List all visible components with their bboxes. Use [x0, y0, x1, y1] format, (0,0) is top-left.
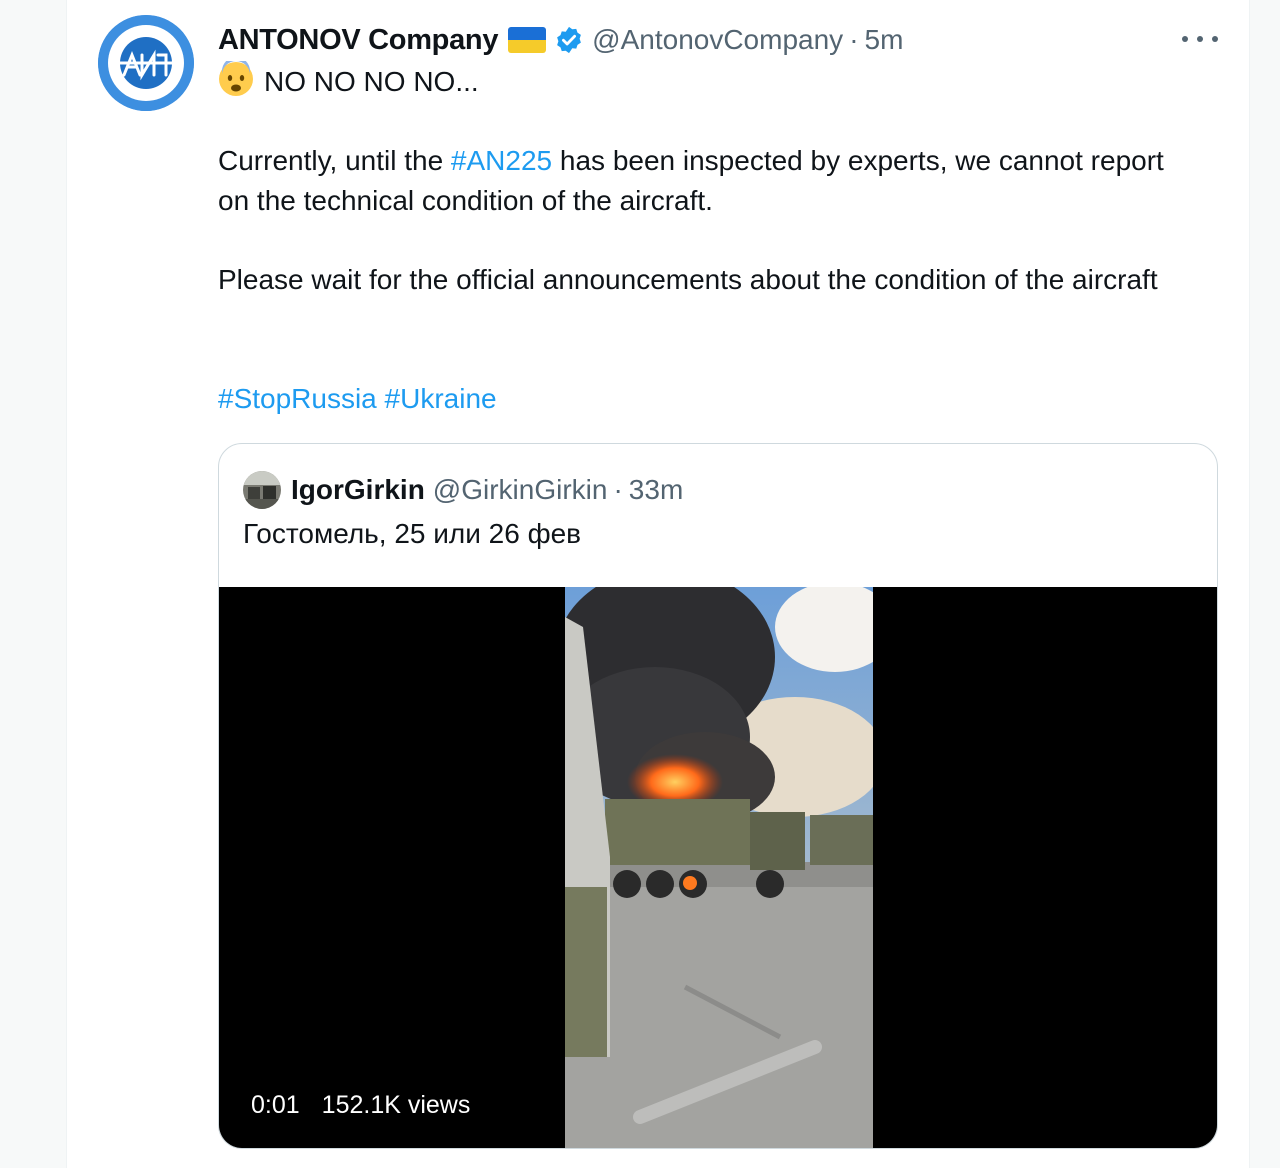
tweet-timestamp[interactable]: 5m: [865, 24, 904, 56]
ukraine-flag-icon: [508, 27, 547, 53]
antonov-logo-icon: [98, 15, 194, 111]
video-timestamp: 0:01: [251, 1091, 300, 1119]
paragraph-1-start: Currently, until the: [218, 145, 451, 176]
hashtag-an225-link[interactable]: #AN225: [451, 145, 552, 176]
author-name[interactable]: ANTONOV Company: [218, 24, 498, 57]
separator-dot: ·: [849, 24, 859, 55]
tweet-header: ANTONOV Company @AntonovCompany · 5m: [218, 20, 903, 60]
quoted-author-handle[interactable]: @GirkinGirkin: [433, 474, 608, 506]
video-view-count: 152.1K views: [321, 1091, 471, 1119]
quoted-author-avatar[interactable]: [243, 471, 281, 509]
antonov-avatar[interactable]: [98, 15, 194, 111]
video-player[interactable]: 0:01 152.1K views: [219, 587, 1217, 1148]
verified-badge-icon: [557, 26, 582, 54]
tweet-line-1: NO NO NO NO...: [218, 61, 1178, 102]
video-stats-overlay: 0:01 152.1K views: [251, 1091, 470, 1120]
video-thumbnail: [565, 587, 873, 1148]
quoted-timestamp[interactable]: 33m: [629, 474, 683, 506]
tweet-paragraph-2: Please wait for the official announcemen…: [218, 264, 1158, 295]
hashtag-ukraine-link[interactable]: #Ukraine: [385, 383, 497, 414]
fearful-face-emoji: [219, 61, 253, 96]
more-options-icon[interactable]: [1182, 26, 1218, 52]
tweet-paragraph-1: Currently, until the #AN225 has been ins…: [218, 141, 1178, 221]
author-handle[interactable]: @AntonovCompany: [592, 24, 843, 56]
quoted-tweet-text: Гостомель, 25 или 26 фев: [243, 518, 582, 549]
tweet-opening-text: NO NO NO NO...: [264, 66, 479, 97]
quoted-author-name[interactable]: IgorGirkin: [291, 474, 425, 506]
tweet-hashtags: #StopRussia #Ukraine: [218, 379, 1178, 419]
hashtag-stoprussia-link[interactable]: #StopRussia: [218, 383, 377, 414]
quoted-tweet-header: IgorGirkin @GirkinGirkin · 33m: [243, 471, 683, 509]
quoted-avatar-image: [243, 471, 281, 509]
quoted-tweet-card[interactable]: IgorGirkin @GirkinGirkin · 33m Гостомель…: [218, 443, 1218, 1149]
quoted-separator-dot: ·: [613, 474, 623, 505]
